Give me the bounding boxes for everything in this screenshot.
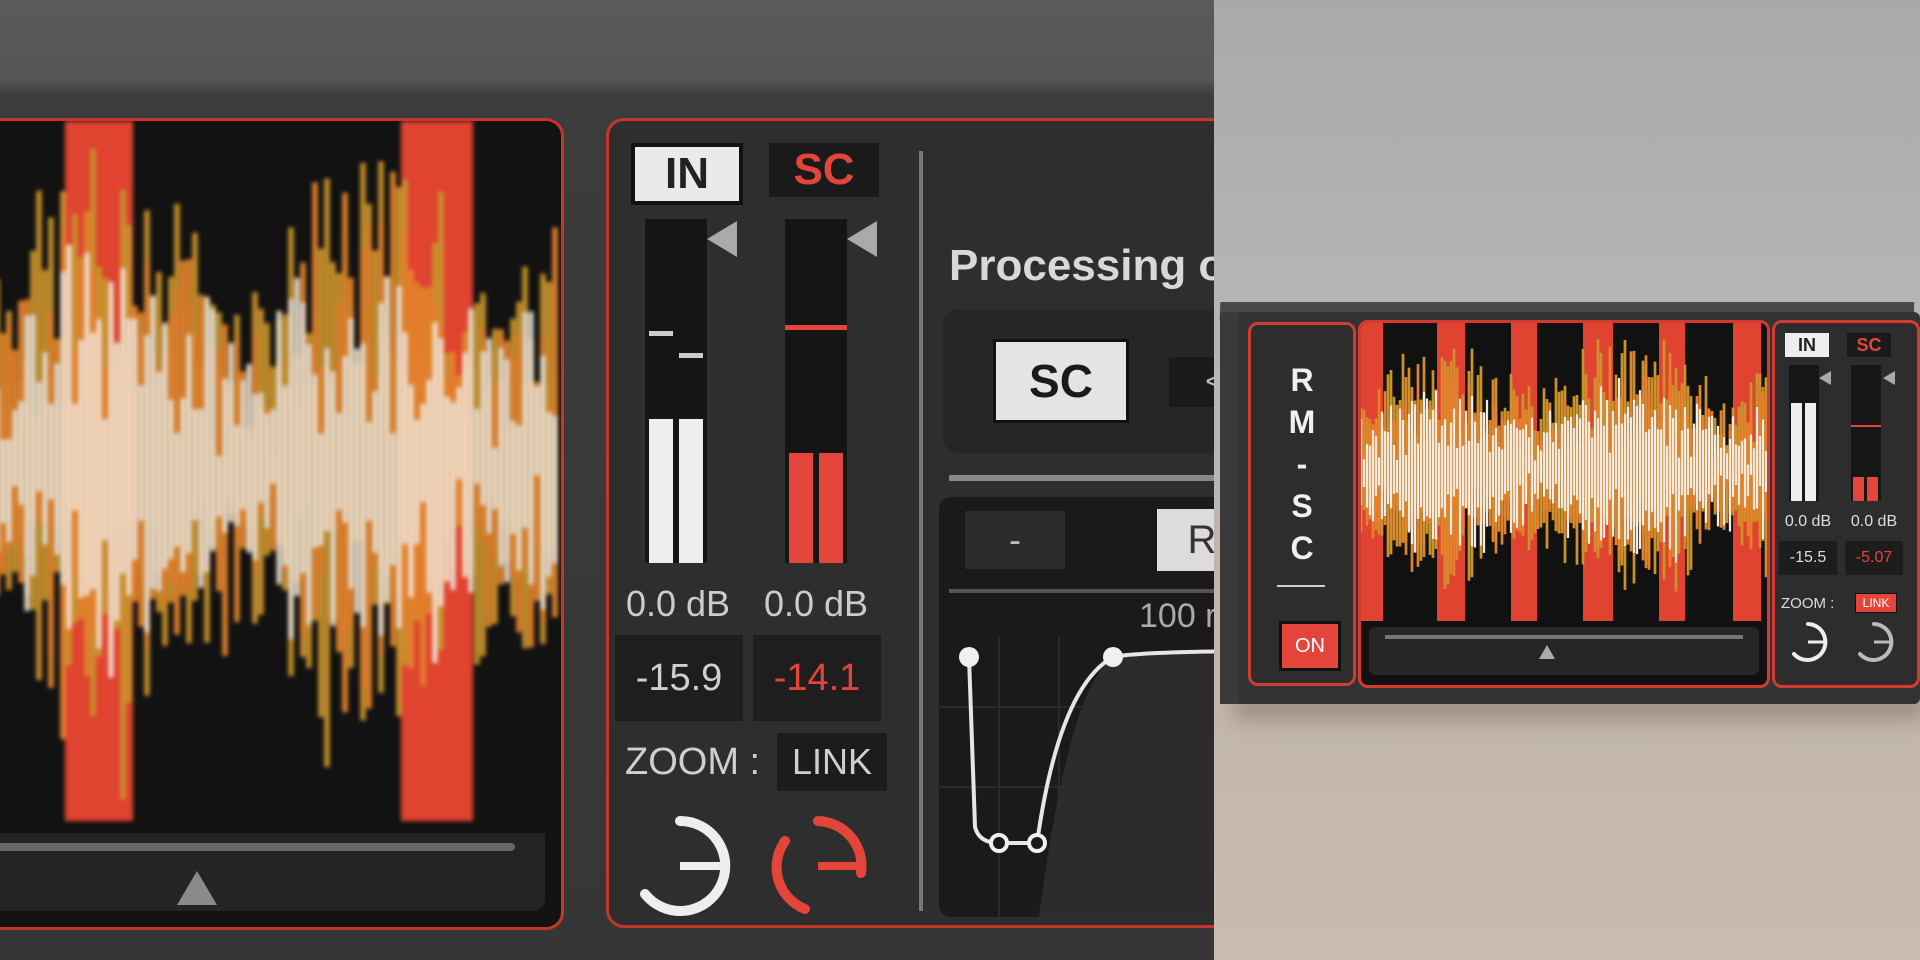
in-value-readout: -15.5 <box>1779 541 1837 575</box>
sc-level-meter <box>1851 365 1881 501</box>
curve-handle[interactable] <box>989 833 1009 853</box>
device-name-letter: M <box>1288 404 1316 440</box>
scroll-track <box>0 843 515 851</box>
device-name-letter: C <box>1290 530 1314 566</box>
meter-panel-zoomed: IN SC 0.0 dB 0.0 dB -15.9 -14.1 ZOOM : L… <box>606 118 1214 928</box>
waveform-scrollbar[interactable] <box>1369 627 1759 675</box>
name-panel: RM - SC ON <box>1248 322 1356 686</box>
link-button[interactable]: LINK <box>777 733 887 791</box>
zoom-label: ZOOM : <box>625 741 761 783</box>
in-db-readout: 0.0 dB <box>625 583 731 624</box>
minus-button[interactable]: - <box>965 511 1065 569</box>
sc-threshold-arrow-icon[interactable] <box>1883 371 1895 385</box>
curve-handle[interactable] <box>1027 833 1047 853</box>
sc-zoom-knob[interactable] <box>1851 619 1897 665</box>
in-meter-bar-left <box>1791 403 1802 501</box>
sc-meter-bar-right <box>1867 477 1878 501</box>
sc-meter-label[interactable]: SC <box>769 143 879 197</box>
link-button[interactable]: LINK <box>1855 593 1897 613</box>
in-zoom-knob[interactable] <box>625 811 735 921</box>
scroll-position-triangle-icon[interactable] <box>177 871 217 905</box>
device-name: RM - SC <box>1251 359 1353 569</box>
envelope-curve-panel: - R 100 r <box>939 497 1214 917</box>
in-threshold-arrow-icon[interactable] <box>1819 371 1831 385</box>
power-on-button[interactable]: ON <box>1279 621 1341 671</box>
envelope-curve[interactable] <box>939 627 1214 917</box>
sc-value-readout: -14.1 <box>753 635 881 721</box>
zoom-label: ZOOM : <box>1781 595 1835 612</box>
curve-separator <box>949 589 1214 593</box>
in-value-readout: -15.9 <box>615 635 743 721</box>
in-meter-bar-right <box>1805 403 1816 501</box>
in-zoom-knob[interactable] <box>1785 619 1831 665</box>
section-divider <box>919 151 923 911</box>
processing-label: Processing o <box>949 241 1214 290</box>
name-divider <box>1277 585 1325 587</box>
in-level-meter <box>645 219 707 563</box>
sc-peak-marker <box>1851 425 1881 427</box>
in-threshold-arrow-icon[interactable] <box>707 221 737 257</box>
in-meter-label[interactable]: IN <box>631 143 743 205</box>
scroll-position-triangle-icon[interactable] <box>1539 645 1555 659</box>
sc-zoom-knob[interactable] <box>763 811 873 921</box>
in-meter-bar-right <box>679 419 703 563</box>
device-name-letter: R <box>1290 362 1314 398</box>
waveform-panel <box>1358 320 1770 688</box>
product-render-scene: RM-SC ON IN SC 0.0 dB 0.0 dB -15.5 -5.07… <box>1214 0 1920 960</box>
waveform-panel-zoomed <box>0 118 564 930</box>
sc-meter-bar-right <box>819 453 843 563</box>
waveform-display <box>1361 323 1767 621</box>
section-separator <box>949 475 1214 481</box>
sc-route-button[interactable]: SC <box>993 339 1129 423</box>
zoomed-plugin-view: IN SC 0.0 dB 0.0 dB -15.9 -14.1 ZOOM : L… <box>0 0 1214 960</box>
waveform-display-zoomed <box>0 121 558 821</box>
sc-meter-label[interactable]: SC <box>1847 333 1891 357</box>
device-name-letter: - <box>1296 446 1308 482</box>
in-meter-bar-left <box>649 419 673 563</box>
sc-value-readout: -5.07 <box>1845 541 1903 575</box>
arrow-route-button[interactable]: <- <box>1169 357 1214 407</box>
device-front-panel: RM-SC ON IN SC 0.0 dB 0.0 dB -15.5 -5.07… <box>1238 312 1920 704</box>
sc-threshold-arrow-icon[interactable] <box>847 221 877 257</box>
meter-panel: IN SC 0.0 dB 0.0 dB -15.5 -5.07 ZOOM : L… <box>1772 320 1920 688</box>
waveform-scrollbar-zoomed[interactable] <box>0 833 545 911</box>
device-name-letter: S <box>1291 488 1313 524</box>
sc-level-meter <box>785 219 847 563</box>
sc-db-readout: 0.0 dB <box>763 583 869 624</box>
routing-box: SC <- <box>943 309 1214 453</box>
sc-meter-bar-left <box>1853 477 1864 501</box>
curve-handle[interactable] <box>1103 647 1123 667</box>
in-meter-label[interactable]: IN <box>1785 333 1829 357</box>
in-peak-marker-right <box>679 353 703 358</box>
in-db-readout: 0.0 dB <box>1784 513 1832 530</box>
sc-meter-bar-left <box>789 453 813 563</box>
r-button[interactable]: R <box>1157 509 1214 571</box>
in-peak-marker-left <box>649 331 673 336</box>
in-level-meter <box>1789 365 1819 501</box>
curve-handle[interactable] <box>959 647 979 667</box>
sc-peak-marker <box>785 325 847 330</box>
sc-db-readout: 0.0 dB <box>1850 513 1898 530</box>
scroll-track <box>1385 635 1743 639</box>
